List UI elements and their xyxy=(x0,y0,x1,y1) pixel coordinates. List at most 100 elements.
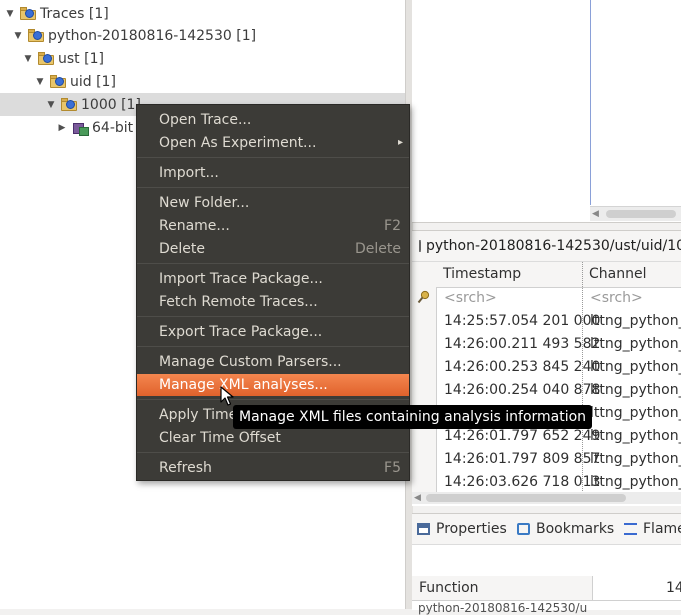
menu-item-new-folder[interactable]: New Folder... xyxy=(137,192,409,214)
time-ruler-label: 14 xyxy=(666,580,681,596)
tree-item-traces[interactable]: ▼ Traces [1] xyxy=(0,2,405,25)
events-view-tab[interactable]: python-20180816-142530/ust/uid/100 xyxy=(412,231,681,262)
mouse-pointer-icon xyxy=(220,386,234,406)
menu-item-label: Import Trace Package... xyxy=(159,271,323,287)
table-row[interactable]: 14:26:00.211 493 582 lttng_python_ xyxy=(436,333,681,356)
table-row[interactable]: 14:26:03.626 718 013 lttng_python_ xyxy=(436,471,681,494)
expand-arrow-icon[interactable]: ▼ xyxy=(12,30,24,42)
menu-item-export-trace-package[interactable]: Export Trace Package... xyxy=(137,321,409,343)
menu-separator xyxy=(137,399,409,400)
tree-item-label: ust [1] xyxy=(58,50,104,67)
menu-item-open-as-experiment[interactable]: Open As Experiment... ▸ xyxy=(137,132,409,154)
cell-channel: lttng_python_ xyxy=(590,405,681,421)
events-table-icon xyxy=(419,240,421,252)
horizontal-scrollbar[interactable]: ◀ xyxy=(412,492,681,504)
tree-item-python-trace[interactable]: ▼ python-20180816-142530 [1] xyxy=(0,24,405,47)
menu-item-open-trace[interactable]: Open Trace... xyxy=(137,109,409,131)
menu-item-label: Rename... xyxy=(159,218,230,234)
search-filter-icon xyxy=(417,290,430,304)
tree-item-label: Traces [1] xyxy=(40,5,109,22)
expand-arrow-icon[interactable]: ▼ xyxy=(45,99,57,111)
tab-bookmarks[interactable]: Bookmarks xyxy=(517,514,614,544)
expand-arrow-icon[interactable]: ▼ xyxy=(34,76,46,88)
menu-item-label: Apply Time xyxy=(159,407,238,423)
function-table-header: Function 14 xyxy=(412,576,681,601)
search-field-channel[interactable]: <srch> xyxy=(590,287,643,310)
cell-timestamp: 14:26:01.797 809 857 xyxy=(444,451,601,467)
time-cursor-line xyxy=(590,0,591,205)
tree-item-label: uid [1] xyxy=(70,73,116,90)
menu-item-label: Export Trace Package... xyxy=(159,324,323,340)
menu-separator xyxy=(137,187,409,188)
properties-icon xyxy=(417,523,430,535)
tree-item-label: 1000 [1] xyxy=(81,96,141,113)
table-row[interactable]: 14:26:00.254 040 878 lttng_python_ xyxy=(436,379,681,402)
menu-item-label: Manage Custom Parsers... xyxy=(159,354,342,370)
menu-separator xyxy=(137,263,409,264)
menu-item-import-trace-package[interactable]: Import Trace Package... xyxy=(137,268,409,290)
cell-channel: lttng_python_ xyxy=(590,428,681,444)
menu-item-delete[interactable]: Delete Delete xyxy=(137,238,409,260)
expand-arrow-icon[interactable]: ▼ xyxy=(22,53,34,65)
scroll-left-icon[interactable]: ◀ xyxy=(592,207,599,221)
menu-item-manage-custom-parsers[interactable]: Manage Custom Parsers... xyxy=(137,351,409,373)
events-view-title: python-20180816-142530/ust/uid/100 xyxy=(426,238,681,254)
tree-item-ust[interactable]: ▼ ust [1] xyxy=(0,47,405,70)
cell-channel: lttng_python_ xyxy=(590,336,681,352)
tree-item-label: python-20180816-142530 [1] xyxy=(48,27,257,44)
table-row[interactable]: 14:25:57.054 201 000 lttng_python_ xyxy=(436,310,681,333)
tab-label: Properties xyxy=(436,521,507,537)
table-row[interactable]: 14:26:01.797 809 857 lttng_python_ xyxy=(436,448,681,471)
trace-folder-icon xyxy=(38,52,54,65)
search-field-timestamp[interactable]: <srch> xyxy=(444,287,497,310)
menu-item-label: Fetch Remote Traces... xyxy=(159,294,318,310)
column-header-timestamp[interactable]: Timestamp xyxy=(443,262,521,287)
column-header-channel[interactable]: Channel xyxy=(589,262,646,287)
menu-item-label: New Folder... xyxy=(159,195,250,211)
cell-channel: lttng_python_ xyxy=(590,474,681,490)
cell-channel: lttng_python_ xyxy=(590,313,681,329)
menu-separator xyxy=(137,452,409,453)
trace-folder-icon xyxy=(50,75,66,88)
expand-arrow-icon[interactable]: ▼ xyxy=(4,8,16,20)
tooltip: Manage XML files containing analysis inf… xyxy=(233,405,593,429)
menu-item-manage-xml-analyses[interactable]: Manage XML analyses... xyxy=(137,374,409,396)
menu-item-import[interactable]: Import... xyxy=(137,162,409,184)
menu-separator xyxy=(137,157,409,158)
tab-label: Flame xyxy=(643,521,681,537)
menu-item-rename[interactable]: Rename... F2 xyxy=(137,215,409,237)
menu-item-accelerator: F5 xyxy=(384,460,401,476)
menu-item-fetch-remote-traces[interactable]: Fetch Remote Traces... xyxy=(137,291,409,313)
tree-item-label: 64-bit xyxy=(92,119,134,136)
table-header: Timestamp Channel xyxy=(412,262,681,288)
scroll-thumb[interactable] xyxy=(426,494,626,502)
collapse-arrow-icon[interactable]: ▶ xyxy=(56,122,68,134)
menu-item-label: Open Trace... xyxy=(159,112,252,128)
column-header-function[interactable]: Function xyxy=(419,576,479,600)
trace-folder-icon xyxy=(61,98,77,111)
menu-item-label: Manage XML analyses... xyxy=(159,377,328,393)
cell-timestamp: 14:26:03.626 718 013 xyxy=(444,474,601,490)
flame-graph-icon xyxy=(624,523,637,535)
menu-item-label: Open As Experiment... xyxy=(159,135,317,151)
events-table-view: python-20180816-142530/ust/uid/100 Times… xyxy=(412,230,681,506)
tab-flame[interactable]: Flame xyxy=(624,514,681,544)
cell-timestamp: 14:26:00.254 040 878 xyxy=(444,382,601,398)
menu-item-refresh[interactable]: Refresh F5 xyxy=(137,457,409,479)
scroll-left-icon[interactable]: ◀ xyxy=(414,492,421,504)
search-row[interactable]: <srch> <srch> xyxy=(436,287,681,310)
table-row[interactable]: 14:26:00.253 845 240 lttng_python_ xyxy=(436,356,681,379)
cell-channel: lttng_python_ xyxy=(590,382,681,398)
cell-channel: lttng_python_ xyxy=(590,451,681,467)
trace-folder-icon xyxy=(20,7,36,20)
menu-separator xyxy=(137,316,409,317)
tree-item-uid[interactable]: ▼ uid [1] xyxy=(0,70,405,93)
bottom-tab-bar: Properties Bookmarks Flame xyxy=(412,514,681,545)
menu-item-accelerator: F2 xyxy=(384,218,401,234)
scroll-thumb[interactable] xyxy=(606,210,676,218)
timeline-view: ◀ xyxy=(412,0,681,223)
menu-item-clear-time-offset[interactable]: Clear Time Offset xyxy=(137,427,409,449)
menu-item-label: Refresh xyxy=(159,460,212,476)
tab-properties[interactable]: Properties xyxy=(417,514,507,544)
horizontal-scrollbar[interactable]: ◀ xyxy=(590,206,681,221)
